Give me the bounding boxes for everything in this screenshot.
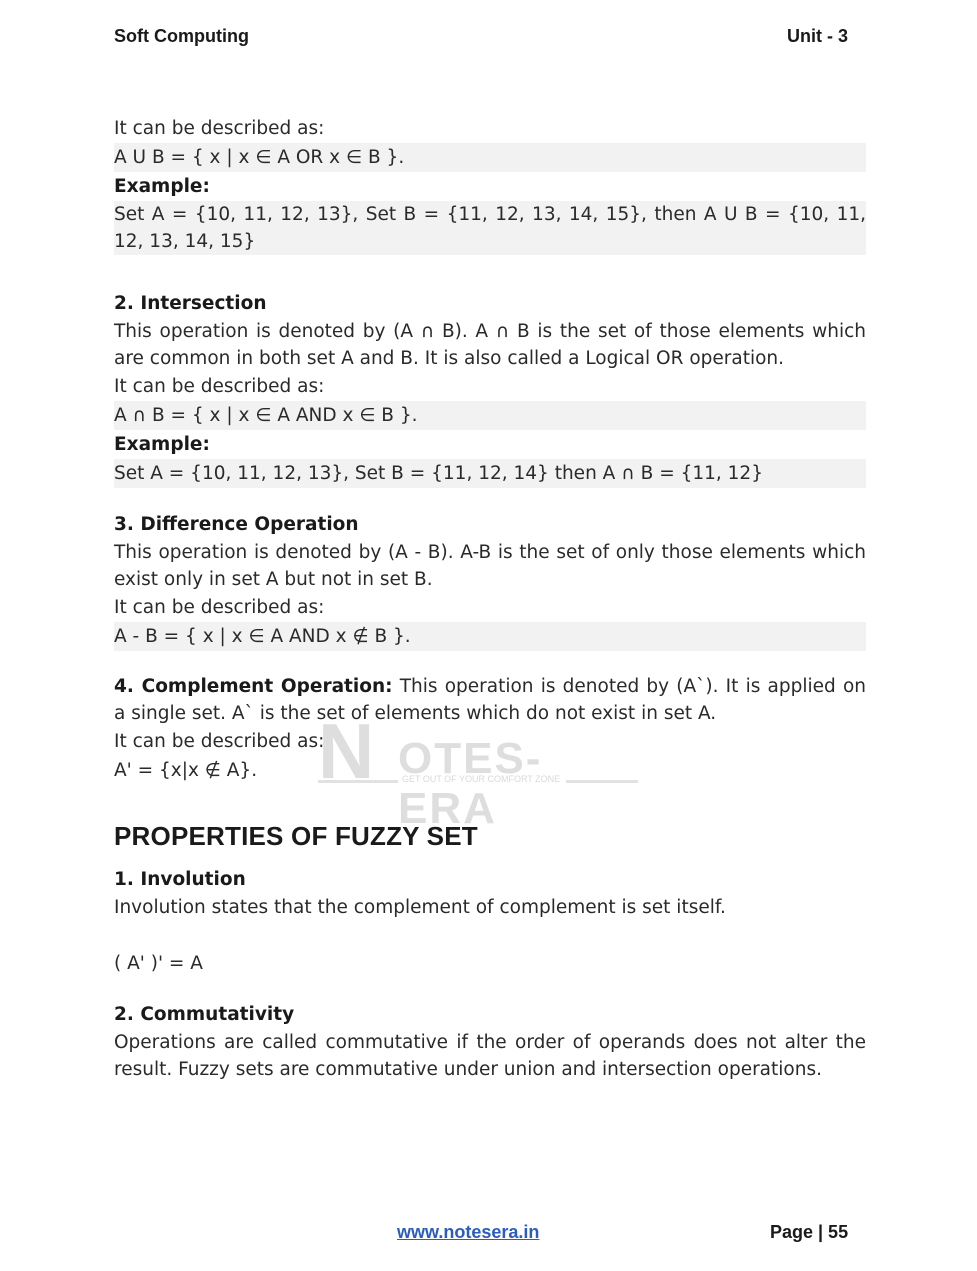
involution-body: Involution states that the complement of…	[114, 897, 726, 918]
footer-page-number: Page | 55	[770, 1222, 849, 1242]
footer-website-link[interactable]: www.notesera.in	[397, 1222, 539, 1243]
involution-heading: 1. Involution	[114, 869, 246, 890]
complement-paragraph: 4. Complement Operation: This operation …	[114, 673, 866, 727]
document-page: Soft Computing Unit - 3 It can be descri…	[0, 0, 977, 1271]
complement-heading: 4. Complement Operation:	[114, 676, 393, 697]
header-unit: Unit - 3	[787, 26, 848, 46]
properties-heading: PROPERTIES OF FUZZY SET	[114, 821, 478, 851]
union-example-text: Set A = {10, 11, 12, 13}, Set B = {11, 1…	[114, 201, 866, 255]
intersection-example-text: Set A = {10, 11, 12, 13}, Set B = {11, 1…	[114, 459, 866, 488]
involution-formula: ( A' )' = A	[114, 953, 203, 974]
difference-body: This operation is denoted by (A - B). A-…	[114, 542, 866, 590]
difference-formula: A - B = { x | x ∈ A AND x ∉ B }.	[114, 622, 866, 651]
complement-formula: A' = {x|x ∉ A}.	[114, 760, 258, 781]
page-content: It can be described as: A U B = { x | x …	[114, 114, 866, 1083]
union-example-label: Example:	[114, 176, 210, 197]
union-desc-intro: It can be described as:	[114, 118, 325, 139]
intersection-example-label: Example:	[114, 434, 210, 455]
intersection-formula: A ∩ B = { x | x ∈ A AND x ∈ B }.	[114, 401, 866, 430]
intersection-heading: 2. Intersection	[114, 293, 267, 314]
header-subject: Soft Computing	[114, 26, 249, 46]
complement-desc-intro: It can be described as:	[114, 731, 325, 752]
difference-heading: 3. Difference Operation	[114, 514, 359, 535]
union-formula: A U B = { x | x ∈ A OR x ∈ B }.	[114, 143, 866, 172]
commutativity-heading: 2. Commutativity	[114, 1004, 295, 1025]
difference-desc-intro: It can be described as:	[114, 597, 325, 618]
intersection-body: This operation is denoted by (A ∩ B). A …	[114, 321, 866, 369]
intersection-desc-intro: It can be described as:	[114, 376, 325, 397]
commutativity-body: Operations are called commutative if the…	[114, 1032, 866, 1080]
